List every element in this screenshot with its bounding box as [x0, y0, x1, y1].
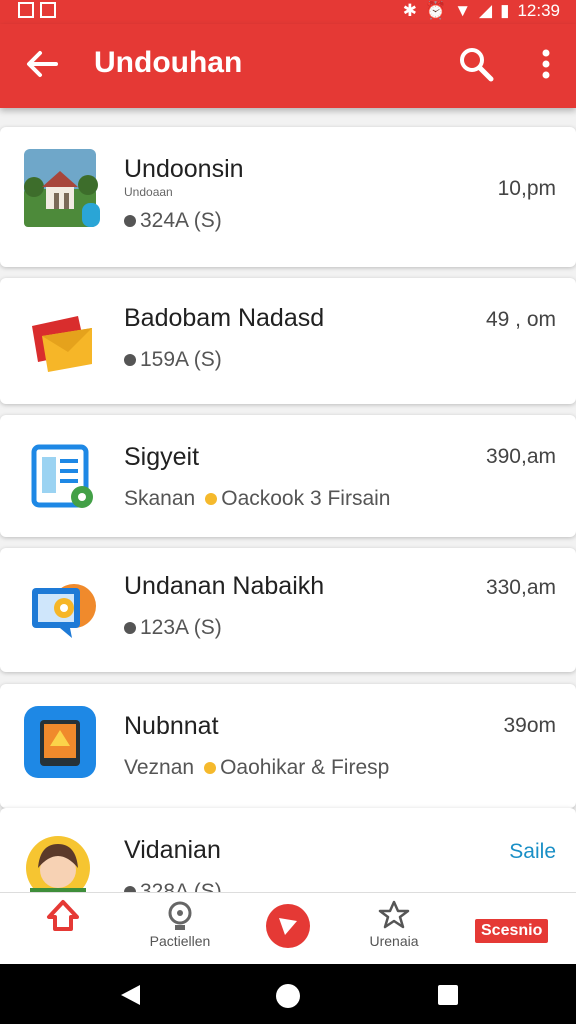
- gallery-icon: [40, 2, 56, 18]
- badge-star-icon: [378, 900, 410, 929]
- item-time: 10,pm: [497, 177, 556, 200]
- mail-app-icon: [32, 316, 92, 372]
- nav-urenaia[interactable]: Urenaia: [356, 899, 432, 949]
- nav-scesnio-button[interactable]: Scesnio: [475, 919, 549, 943]
- tag-icon: [124, 354, 136, 366]
- app-bar: Undouhan: [0, 24, 576, 108]
- item-meta: 159A (S): [124, 348, 222, 372]
- tag-icon: [124, 215, 136, 227]
- page-title: Undouhan: [94, 46, 243, 79]
- system-navigation-bar: [0, 964, 576, 1024]
- alarm-icon: ⏰: [425, 1, 447, 20]
- item-title: Nubnnat: [124, 712, 219, 740]
- item-meta-text: Skanan: [124, 487, 196, 510]
- list-item[interactable]: Nubnnat 39om Veznan Oaohikar & Firesp: [0, 684, 576, 808]
- nav-urenaia-label: Urenaia: [369, 933, 419, 949]
- list-item[interactable]: Undoonsin Undoaan 10,pm 324A (S): [0, 127, 576, 267]
- tablet-app-icon: [24, 706, 96, 778]
- item-time: 330,am: [485, 576, 556, 599]
- nav-pactiellen-label: Pactiellen: [149, 933, 211, 949]
- more-options-icon[interactable]: [528, 44, 564, 84]
- signal-icon: ◢: [479, 1, 493, 20]
- nav-home[interactable]: [30, 899, 96, 933]
- nav-pactiellen[interactable]: Pactiellen: [140, 899, 220, 949]
- item-meta: Veznan Oaohikar & Firesp: [124, 756, 389, 780]
- item-title: Badobam Nadasd: [124, 304, 325, 332]
- system-home-icon[interactable]: [275, 983, 301, 1009]
- item-title: Vidanian: [124, 836, 221, 864]
- home-icon: [47, 900, 79, 931]
- item-title: Undanan Nabaikh: [124, 572, 325, 600]
- lightbulb-icon: [168, 901, 192, 930]
- item-subtitle: Undoaan: [124, 185, 173, 199]
- item-time: 390,am: [485, 445, 556, 468]
- status-dot-icon: [205, 493, 218, 505]
- item-meta: Skanan Oackook 3 Firsain: [124, 487, 390, 511]
- item-time: 39om: [503, 714, 556, 737]
- item-meta-text: 159A (S): [140, 348, 222, 371]
- item-time: Saile: [509, 840, 556, 863]
- system-back-icon[interactable]: [118, 983, 142, 1007]
- search-icon[interactable]: [456, 44, 496, 84]
- notification-icon: [18, 2, 34, 18]
- wifi-icon: ▼: [454, 1, 472, 20]
- temple-app-icon: [24, 149, 100, 227]
- bottom-navigation: Pactiellen Urenaia Scesnio: [0, 892, 576, 965]
- document-app-icon: [31, 444, 93, 508]
- list-item[interactable]: Sigyeit 390,am Skanan Oackook 3 Firsain: [0, 415, 576, 537]
- item-meta: 123A (S): [124, 616, 222, 640]
- tag-icon: [124, 622, 136, 634]
- item-meta-text: 324A (S): [140, 209, 222, 232]
- item-meta: 324A (S): [124, 209, 222, 233]
- list-item[interactable]: Undanan Nabaikh 330,am 123A (S): [0, 548, 576, 672]
- message-app-icon: [32, 584, 96, 638]
- system-recents-icon[interactable]: [437, 984, 459, 1006]
- item-meta-text-2: Oackook 3 Firsain: [221, 487, 391, 510]
- item-title: Undoonsin: [124, 155, 244, 183]
- battery-icon: ▮: [500, 1, 510, 20]
- status-time: 12:39: [517, 1, 560, 20]
- bluetooth-icon: ✱: [402, 1, 418, 20]
- item-meta-text-2: Oaohikar & Firesp: [220, 756, 390, 779]
- play-button-icon: [266, 904, 310, 948]
- item-time: 49 , om: [485, 308, 556, 331]
- list-item[interactable]: Badobam Nadasd 49 , om 159A (S): [0, 278, 576, 404]
- item-meta-text: 123A (S): [140, 616, 222, 639]
- back-arrow-icon[interactable]: [22, 44, 62, 84]
- status-dot-icon: [204, 762, 217, 774]
- item-meta-text: Veznan: [124, 756, 195, 779]
- nav-play[interactable]: [264, 903, 312, 949]
- status-bar: ✱ ⏰ ▼ ◢ ▮ 12:39: [0, 0, 576, 24]
- item-title: Sigyeit: [124, 443, 200, 471]
